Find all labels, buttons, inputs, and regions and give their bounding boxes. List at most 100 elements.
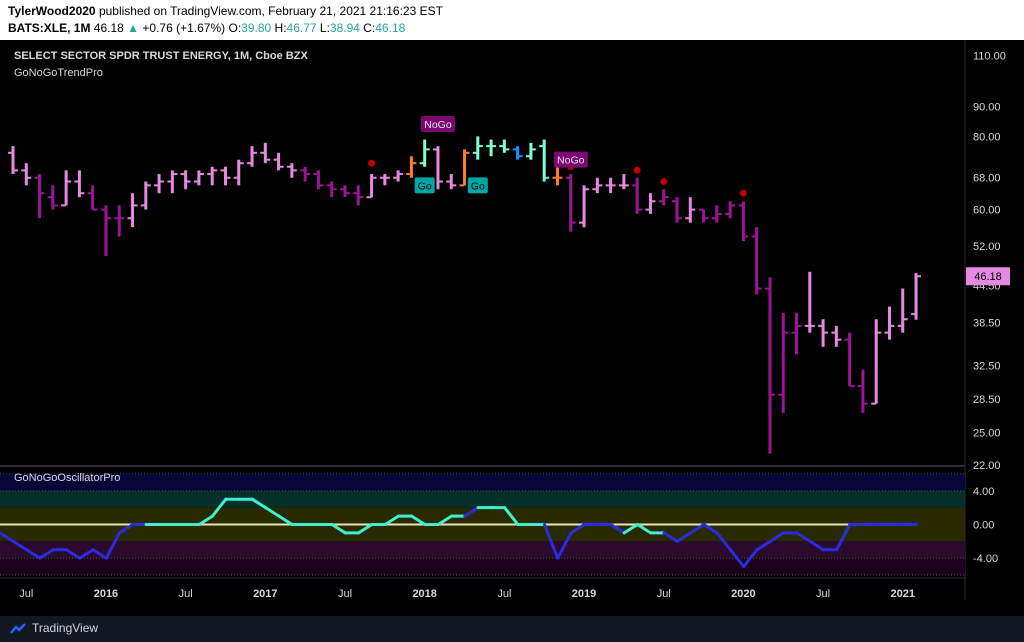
price-bar [685, 197, 696, 223]
price-bar [34, 174, 45, 219]
price-tick-label: 25.00 [973, 427, 1001, 439]
oscillator-zone [0, 541, 965, 559]
countertrend-dot [660, 178, 668, 186]
price-bar [552, 166, 563, 186]
price-bar [353, 185, 364, 206]
oscillator-zone [0, 558, 965, 575]
oscillator-zone [0, 507, 965, 525]
price-bar [831, 325, 842, 347]
label-text: Go [471, 180, 485, 192]
price-tick-label: 22.00 [973, 460, 1001, 472]
price-bar [61, 170, 72, 207]
go-label: Go [414, 177, 435, 194]
nogo-label: NoGo [553, 151, 588, 168]
price-bar [751, 227, 762, 295]
price-bar [672, 197, 682, 223]
price-bar [711, 205, 722, 223]
price-bar [725, 201, 736, 219]
time-tick-label: 2021 [891, 588, 915, 600]
price-bar [844, 332, 855, 388]
last-price-badge-text: 46.18 [974, 271, 1002, 283]
price-bar [738, 201, 749, 242]
price-tick-label: 52.00 [973, 241, 1001, 253]
price-bar [47, 185, 58, 210]
price-bar [207, 166, 218, 186]
label-text: NoGo [424, 119, 452, 131]
price-bar [300, 166, 311, 182]
price-bar [87, 185, 98, 211]
price-bar [340, 185, 350, 198]
go-label: Go [467, 177, 488, 194]
price-bar [512, 146, 523, 160]
price-tick-label: 68.00 [973, 173, 1001, 185]
price-tick-label: 32.50 [973, 361, 1001, 373]
time-tick-label: Jul [338, 588, 352, 600]
price-bar [645, 193, 656, 214]
price-tick-label: 60.00 [973, 205, 1001, 217]
price-bar [472, 136, 483, 160]
oscillator-tick-label: -4.00 [973, 553, 998, 565]
price-bar [419, 139, 430, 167]
price-bar [167, 170, 178, 194]
price-bar [592, 177, 603, 194]
tradingview-logo-icon [10, 623, 26, 634]
price-bar [74, 170, 85, 198]
price-bar [579, 185, 590, 228]
nogo-label: NoGo [420, 115, 455, 132]
price-bar [446, 174, 457, 190]
time-tick-label: Jul [816, 588, 830, 600]
price-bar [857, 369, 868, 413]
oscillator-zone [0, 524, 965, 542]
price-tick-label: 38.50 [973, 318, 1001, 330]
price-bar [565, 174, 576, 232]
price-tick-label: 80.00 [973, 131, 1001, 143]
price-bar [154, 174, 165, 194]
price-bar [658, 189, 669, 206]
trend-indicator-title[interactable]: GoNoGoTrendPro [14, 67, 103, 79]
oscillator-title[interactable]: GoNoGoOscillatorPro [14, 472, 120, 484]
price-bar [911, 273, 922, 320]
price-bar [220, 166, 231, 186]
main-pane-title: SELECT SECTOR SPDR TRUST ENERGY, 1M, Cbo… [14, 50, 308, 62]
time-tick-label: 2016 [94, 588, 118, 600]
time-tick-label: Jul [19, 588, 33, 600]
tradingview-brand[interactable]: TradingView [32, 621, 98, 635]
time-tick-label: 2017 [253, 588, 277, 600]
countertrend-dot [739, 189, 747, 197]
price-bar [260, 142, 271, 164]
price-tick-label: 110.00 [973, 50, 1006, 62]
price-bar [884, 306, 895, 340]
price-bar [366, 174, 377, 199]
price-bar [393, 170, 404, 182]
price-bar [180, 170, 191, 190]
price-bar [778, 312, 789, 413]
price-bar [618, 174, 629, 190]
price-bar [273, 152, 284, 171]
label-text: Go [418, 180, 432, 192]
price-bar [818, 319, 829, 347]
price-bar [632, 177, 643, 214]
time-tick-label: Jul [497, 588, 511, 600]
time-tick-label: Jul [179, 588, 193, 600]
price-bar [486, 139, 497, 157]
label-text: NoGo [557, 155, 585, 167]
price-bar [804, 271, 815, 333]
price-bar [525, 142, 536, 160]
price-bar [21, 163, 32, 186]
countertrend-dot [368, 159, 376, 167]
price-bar [379, 174, 390, 186]
price-bar [114, 205, 125, 237]
price-bar [764, 277, 775, 454]
price-bar [871, 319, 882, 405]
chart-area[interactable]: 110.0090.0080.0068.0060.0052.0044.5038.5… [0, 0, 1024, 616]
countertrend-dot [633, 166, 641, 174]
time-tick-label: 2018 [412, 588, 436, 600]
time-tick-label: Jul [657, 588, 671, 600]
price-bar [193, 170, 204, 186]
price-bar [313, 170, 324, 190]
price-bar [698, 208, 709, 223]
tradingview-footer: TradingView [0, 616, 1024, 642]
price-bar [140, 181, 151, 210]
time-tick-label: 2020 [731, 588, 755, 600]
price-bar [897, 288, 908, 333]
